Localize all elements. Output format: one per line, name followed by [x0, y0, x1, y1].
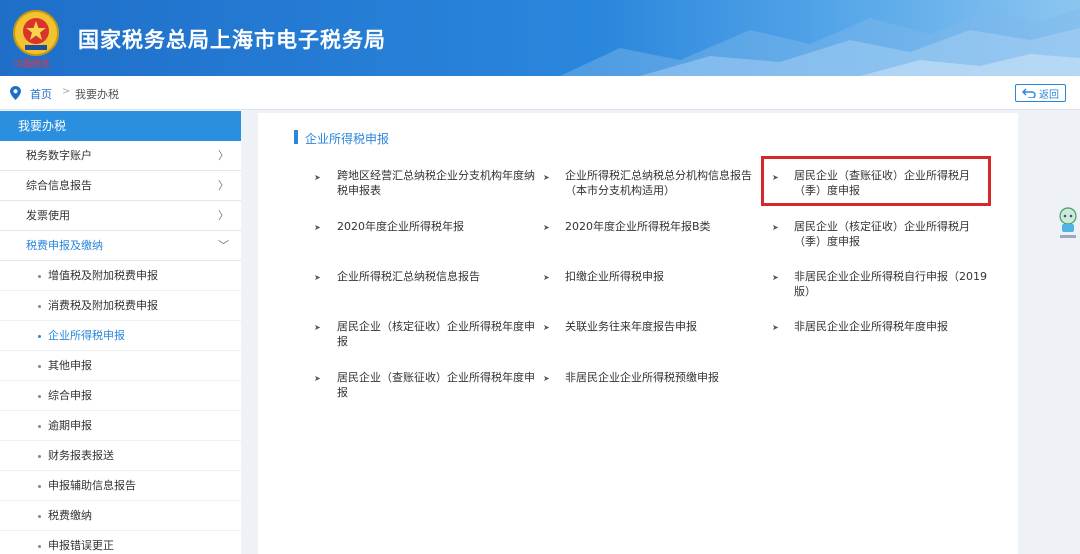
- bullet-arrow-icon: ➤: [314, 323, 321, 332]
- link-resident-assessed-annual[interactable]: 居民企业（核定征收）企业所得税年度申 报: [337, 319, 537, 349]
- location-pin-icon: [10, 86, 21, 100]
- sidebar-item-digital-account[interactable]: 税务数字账户 〉: [0, 141, 241, 171]
- link-line: 报: [337, 386, 348, 399]
- assistant-robot-icon[interactable]: [1056, 205, 1080, 241]
- bullet-arrow-icon: ➤: [543, 273, 550, 282]
- site-title: 国家税务总局上海市电子税务局: [78, 28, 386, 52]
- emblem-caption: 中国税务: [14, 60, 51, 70]
- link-consolidated-tax-info[interactable]: 企业所得税汇总纳税信息报告: [337, 269, 537, 284]
- link-consolidated-info-report[interactable]: 企业所得税汇总纳税总分机构信息报告 （本市分支机构适用）: [565, 168, 755, 198]
- sidebar-subitem-financial-statements[interactable]: 财务报表报送: [0, 441, 241, 471]
- back-button-label: 返回: [1039, 89, 1059, 101]
- sidebar-subitem-comprehensive[interactable]: 综合申报: [0, 381, 241, 411]
- link-line: 税申报表: [337, 184, 381, 197]
- link-line: 报: [337, 335, 348, 348]
- bullet-arrow-icon: ➤: [772, 273, 779, 282]
- bullet-arrow-icon: ➤: [772, 223, 779, 232]
- sidebar-subitem-auxiliary-info[interactable]: 申报辅助信息报告: [0, 471, 241, 501]
- link-line: 非居民企业企业所得税自行申报（2019: [794, 270, 987, 283]
- link-resident-audit-annual[interactable]: 居民企业（查账征收）企业所得税年度申 报: [337, 370, 537, 400]
- sidebar-subitem-other[interactable]: 其他申报: [0, 351, 241, 381]
- link-related-party-report[interactable]: 关联业务往来年度报告申报: [565, 319, 755, 334]
- link-resident-assessed-monthly[interactable]: 居民企业（核定征收）企业所得税月 （季）度申报: [794, 219, 984, 249]
- chevron-right-icon: 〉: [218, 209, 229, 222]
- highlight-box: [761, 156, 991, 206]
- link-withholding-cit[interactable]: 扣缴企业所得税申报: [565, 269, 755, 284]
- link-nonresident-prepay[interactable]: 非居民企业企业所得税预缴申报: [565, 370, 755, 385]
- return-arrow-icon: [1022, 88, 1036, 98]
- sidebar-subitem-consumption-tax[interactable]: 消费税及附加税费申报: [0, 291, 241, 321]
- back-button[interactable]: 返回: [1015, 84, 1066, 102]
- bullet-arrow-icon: ➤: [543, 374, 550, 383]
- bullet-arrow-icon: ➤: [543, 323, 550, 332]
- sidebar-item-label: 税费申报及缴纳: [26, 239, 103, 252]
- link-line: 版）: [794, 285, 816, 298]
- bullet-arrow-icon: ➤: [543, 223, 550, 232]
- sidebar-subitem-payment[interactable]: 税费缴纳: [0, 501, 241, 531]
- section-title-bar: [294, 130, 298, 144]
- sidebar-subitem-overdue[interactable]: 逾期申报: [0, 411, 241, 441]
- sidebar-item-tax-filing[interactable]: 税费申报及缴纳 ﹀: [0, 231, 241, 261]
- chevron-down-icon: ﹀: [218, 239, 229, 252]
- sidebar: 我要办税 税务数字账户 〉 综合信息报告 〉 发票使用 〉 税费申报及缴纳 ﹀ …: [0, 111, 241, 554]
- link-2020-annual-b[interactable]: 2020年度企业所得税年报B类: [565, 219, 755, 234]
- bullet-arrow-icon: ➤: [543, 173, 550, 182]
- bullet-arrow-icon: ➤: [314, 374, 321, 383]
- sidebar-subitem-cit[interactable]: 企业所得税申报: [0, 321, 241, 351]
- link-line: 居民企业（核定征收）企业所得税月: [794, 220, 970, 233]
- bullet-arrow-icon: ➤: [314, 273, 321, 282]
- chevron-right-icon: 〉: [218, 149, 229, 162]
- bullet-arrow-icon: ➤: [314, 173, 321, 182]
- sidebar-item-info-report[interactable]: 综合信息报告 〉: [0, 171, 241, 201]
- section-title: 企业所得税申报: [305, 132, 390, 146]
- breadcrumb: 首页 > 我要办税: [0, 76, 1080, 110]
- great-wall-banner: [560, 8, 1080, 76]
- link-line: 居民企业（核定征收）企业所得税年度申: [337, 320, 535, 333]
- link-line: 居民企业（查账征收）企业所得税年度申: [337, 371, 535, 384]
- sidebar-heading[interactable]: 我要办税: [0, 111, 241, 141]
- breadcrumb-current: 我要办税: [75, 88, 119, 101]
- sidebar-item-label: 税务数字账户: [26, 149, 92, 162]
- sidebar-item-label: 综合信息报告: [26, 179, 92, 192]
- link-nonresident-annual[interactable]: 非居民企业企业所得税年度申报: [794, 319, 984, 334]
- link-nonresident-self-2019[interactable]: 非居民企业企业所得税自行申报（2019 版）: [794, 269, 994, 299]
- breadcrumb-separator: >: [62, 86, 71, 97]
- sidebar-item-label: 发票使用: [26, 209, 70, 222]
- link-cross-region-branch-annual[interactable]: 跨地区经营汇总纳税企业分支机构年度纳 税申报表: [337, 168, 537, 198]
- link-line: 跨地区经营汇总纳税企业分支机构年度纳: [337, 169, 535, 182]
- chevron-right-icon: 〉: [218, 179, 229, 192]
- sidebar-subitem-vat[interactable]: 增值税及附加税费申报: [0, 261, 241, 291]
- link-line: （季）度申报: [794, 235, 860, 248]
- link-line: （本市分支机构适用）: [565, 184, 675, 197]
- tax-emblem-icon: [13, 10, 59, 56]
- bullet-arrow-icon: ➤: [772, 323, 779, 332]
- site-header: 中国税务 国家税务总局上海市电子税务局: [0, 0, 1080, 76]
- bullet-arrow-icon: ➤: [314, 223, 321, 232]
- sidebar-item-invoice[interactable]: 发票使用 〉: [0, 201, 241, 231]
- link-line: 企业所得税汇总纳税总分机构信息报告: [565, 169, 752, 182]
- sidebar-subitem-correction[interactable]: 申报错误更正: [0, 531, 241, 554]
- link-2020-annual[interactable]: 2020年度企业所得税年报: [337, 219, 537, 234]
- breadcrumb-home-link[interactable]: 首页: [30, 86, 52, 102]
